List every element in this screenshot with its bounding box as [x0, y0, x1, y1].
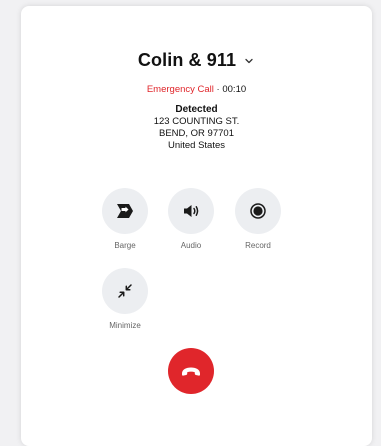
barge-circle[interactable]: [102, 188, 148, 234]
record-circle[interactable]: [235, 188, 281, 234]
barge-arrow-icon: [117, 204, 133, 218]
call-panel: Colin & 911 Emergency Call · 00:10 Detec…: [21, 6, 372, 446]
barge-button[interactable]: Barge: [101, 188, 149, 250]
minimize-label: Minimize: [109, 321, 141, 330]
record-button[interactable]: Record: [234, 188, 282, 250]
caller-location: Detected 123 COUNTING ST. BEND, OR 97701…: [21, 104, 372, 152]
location-street: 123 COUNTING ST.: [153, 116, 240, 127]
end-call-button[interactable]: [168, 348, 214, 394]
chevron-down-icon[interactable]: [243, 55, 255, 67]
call-title: Colin & 911: [137, 50, 237, 70]
barge-label: Barge: [114, 241, 136, 250]
location-heading: Detected: [175, 104, 218, 115]
status-separator: ·: [216, 84, 220, 95]
audio-button[interactable]: Audio: [167, 188, 215, 250]
call-title-row[interactable]: Colin & 911: [21, 50, 372, 71]
minimize-circle[interactable]: [102, 268, 148, 314]
audio-circle[interactable]: [168, 188, 214, 234]
minimize-arrows-icon: [118, 284, 132, 298]
location-country: United States: [167, 140, 226, 151]
record-icon: [250, 203, 266, 219]
call-status: Emergency Call · 00:10: [21, 84, 372, 95]
emergency-label: Emergency Call: [146, 84, 214, 95]
record-label: Record: [245, 241, 271, 250]
speaker-icon: [184, 205, 199, 217]
audio-label: Audio: [180, 241, 202, 250]
call-duration: 00:10: [222, 84, 247, 95]
minimize-button[interactable]: Minimize: [101, 268, 149, 330]
location-city: BEND, OR 97701: [159, 128, 234, 139]
hang-up-phone-icon: [182, 367, 200, 376]
